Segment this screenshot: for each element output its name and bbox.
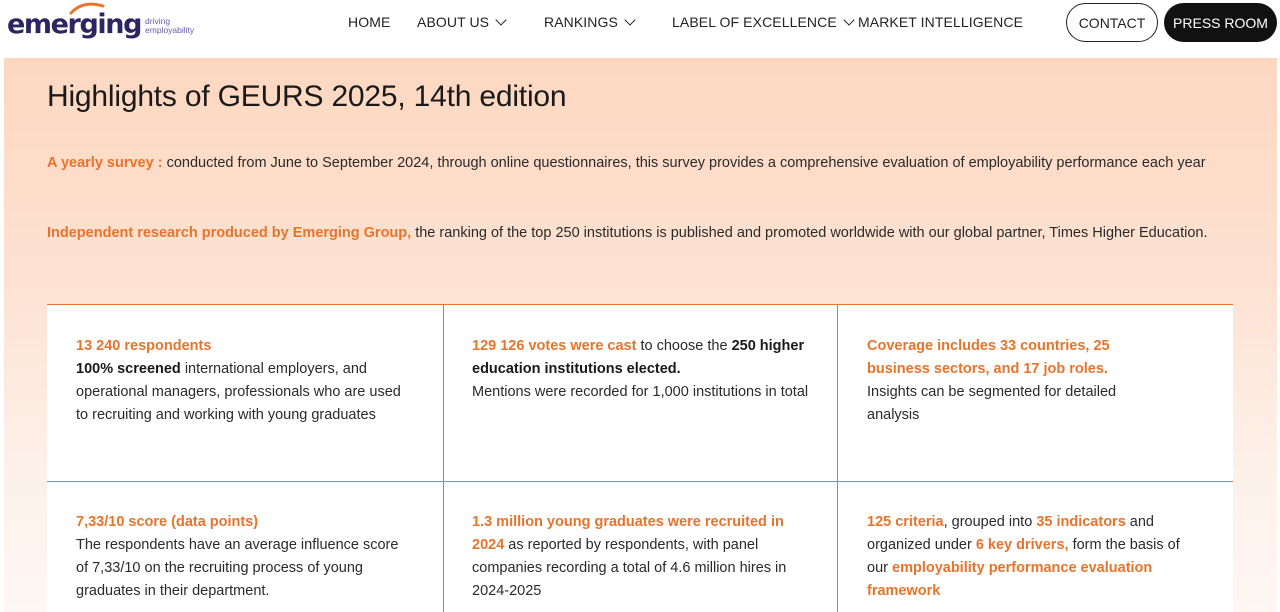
stat-card-highlight: 35 indicators	[1036, 514, 1126, 530]
stat-card-bold: 100% screened	[76, 361, 181, 377]
nav-about-label: ABOUT US	[417, 14, 490, 30]
stat-card-text: Mentions were recorded for 1,000 institu…	[472, 384, 809, 400]
intro-paragraph-survey: A yearly survey : conducted from June to…	[47, 152, 1237, 175]
nav-home-label: HOME	[348, 14, 391, 30]
grid-divider	[443, 305, 444, 612]
intro-paragraph-research: Independent research produced by Emergin…	[47, 222, 1237, 245]
grid-divider	[47, 481, 1233, 482]
chevron-down-icon	[843, 13, 855, 26]
stat-card-text: to choose the	[636, 338, 732, 354]
stat-card-text: , grouped into	[943, 514, 1037, 530]
nav-label-of-excellence[interactable]: LABEL OF EXCELLENCE	[672, 0, 855, 44]
stat-card-criteria: 125 criteria, grouped into 35 indicators…	[867, 511, 1197, 603]
stat-card-graduates: 1.3 million young graduates were recruit…	[472, 511, 817, 603]
contact-button[interactable]: CONTACT	[1066, 3, 1158, 42]
grid-divider	[837, 305, 838, 612]
nav-label-label: LABEL OF EXCELLENCE	[672, 14, 837, 30]
survey-text: conducted from June to September 2024, t…	[162, 155, 1206, 171]
research-highlight: Independent research produced by Emergin…	[47, 225, 412, 241]
stat-card-score: 7,33/10 score (data points) The responde…	[76, 511, 406, 603]
stat-card-votes: 129 126 votes were cast to choose the 25…	[472, 335, 814, 404]
nav-home[interactable]: HOME	[348, 0, 390, 44]
stat-card-text: as reported by respondents, with panel c…	[472, 537, 787, 599]
logo-tagline: driving employability	[145, 16, 195, 35]
chevron-down-icon	[495, 13, 507, 26]
stat-card-heading: 125 criteria	[867, 514, 944, 530]
chevron-down-icon	[624, 13, 636, 26]
press-room-button-label: PRESS ROOM	[1173, 14, 1268, 31]
logo-tagline-line2: employability	[145, 24, 195, 35]
emerging-logo[interactable]: emerging driving employability	[7, 2, 195, 42]
stat-card-highlight: employability performance evaluation fra…	[867, 560, 1153, 599]
stat-card-coverage: Coverage includes 33 countries, 25 busin…	[867, 335, 1167, 427]
survey-highlight: A yearly survey :	[47, 155, 163, 171]
nav-market-label: MARKET INTELLIGENCE	[858, 14, 1024, 30]
stat-card-heading: 129 126 votes were cast	[472, 338, 637, 354]
stat-card-highlight: 6 key drivers,	[975, 537, 1069, 553]
stat-card-respondents: 13 240 respondents 100% screened interna…	[76, 335, 406, 427]
contact-button-label: CONTACT	[1078, 14, 1146, 31]
stats-grid: 13 240 respondents 100% screened interna…	[47, 304, 1233, 612]
nav-about-us[interactable]: ABOUT US	[417, 0, 507, 44]
stat-card-text: Insights can be segmented for detailed a…	[867, 384, 1117, 423]
nav-rankings-label: RANKINGS	[544, 14, 618, 30]
nav-rankings[interactable]: RANKINGS	[544, 0, 636, 44]
press-room-button[interactable]: PRESS ROOM	[1164, 3, 1277, 42]
page-title: Highlights of GEURS 2025, 14th edition	[47, 80, 567, 113]
stat-card-heading: Coverage includes 33 countries, 25 busin…	[867, 338, 1110, 377]
logo-wordmark: emerging	[7, 2, 142, 40]
nav-market-intelligence[interactable]: MARKET INTELLIGENCE	[858, 0, 1023, 44]
stat-card-heading: 13 240 respondents	[76, 338, 212, 354]
research-text: the ranking of the top 250 institutions …	[411, 225, 1208, 241]
logo-swoosh-icon	[69, 2, 105, 14]
site-header: emerging driving employability HOME ABOU…	[0, 0, 1280, 58]
stat-card-heading: 7,33/10 score (data points)	[76, 514, 259, 530]
stat-card-text: The respondents have an average influenc…	[76, 537, 399, 599]
